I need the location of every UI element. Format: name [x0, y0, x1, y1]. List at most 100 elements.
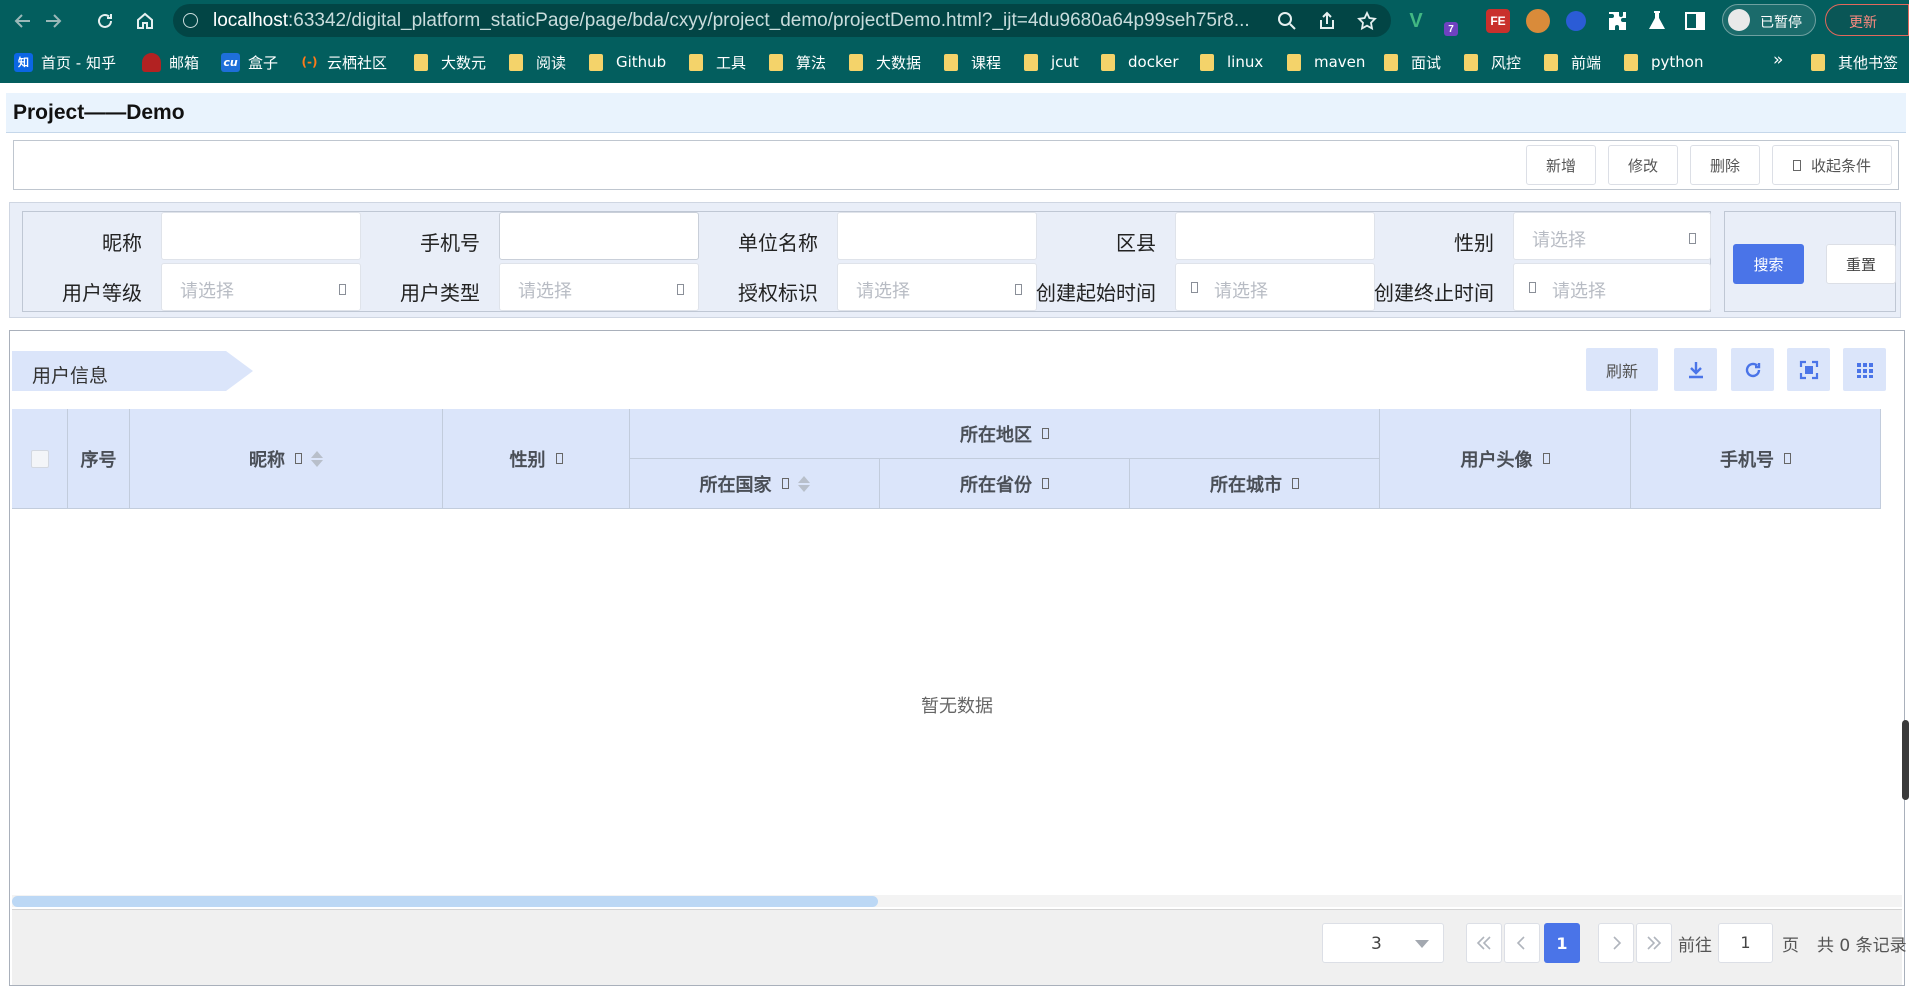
folder-icon: [849, 53, 863, 71]
user-type-select[interactable]: 请选择: [499, 263, 699, 311]
column-header-country[interactable]: 所在国家: [630, 459, 880, 509]
home-button[interactable]: [132, 8, 158, 34]
zoom-icon[interactable]: [1277, 11, 1297, 31]
extension-badge[interactable]: 7: [1444, 22, 1458, 36]
bookmark-folder[interactable]: 面试: [1384, 52, 1441, 72]
collapse-conditions-button[interactable]: 收起条件: [1772, 145, 1892, 185]
bookmark-folder[interactable]: jcut: [1024, 52, 1079, 72]
bookmark-star-icon[interactable]: [1357, 11, 1377, 31]
sidepanel-icon[interactable]: [1683, 9, 1707, 33]
column-header-city[interactable]: 所在城市: [1130, 459, 1380, 509]
back-button[interactable]: [10, 8, 36, 34]
column-header-avatar[interactable]: 用户头像: [1380, 409, 1631, 509]
bookmark-item-mail[interactable]: 邮箱: [142, 52, 199, 72]
column-header-nickname[interactable]: 昵称: [130, 409, 443, 509]
reload-button[interactable]: [92, 8, 118, 34]
nickname-input[interactable]: [161, 212, 361, 260]
vertical-scrollbar[interactable]: [1902, 720, 1909, 800]
auth-flag-select[interactable]: 请选择: [837, 263, 1037, 311]
extensions-puzzle-icon[interactable]: [1606, 9, 1630, 33]
filter-icon[interactable]: [295, 453, 302, 464]
bookmark-folder[interactable]: python: [1624, 52, 1703, 72]
bookmark-label: 前端: [1571, 53, 1602, 72]
horizontal-scrollbar-thumb[interactable]: [12, 896, 878, 907]
column-header-phone[interactable]: 手机号: [1631, 409, 1881, 509]
select-all-checkbox[interactable]: [30, 449, 49, 468]
update-label: 更新: [1849, 15, 1877, 31]
create-end-date-picker[interactable]: 请选择: [1513, 263, 1711, 311]
arrow-left-icon: [14, 14, 30, 28]
mail-icon: [142, 52, 161, 72]
download-button[interactable]: [1674, 348, 1717, 391]
filter-icon[interactable]: [555, 453, 563, 464]
update-button[interactable]: 更新: [1825, 4, 1909, 36]
share-icon[interactable]: [1317, 11, 1337, 31]
last-page-button[interactable]: [1636, 923, 1672, 963]
site-info-icon[interactable]: [183, 13, 198, 28]
district-input[interactable]: [1175, 212, 1375, 260]
page-size-select[interactable]: 3: [1322, 923, 1444, 963]
next-page-button[interactable]: [1598, 923, 1634, 963]
bookmark-folder[interactable]: Github: [589, 52, 666, 72]
first-page-button[interactable]: [1466, 923, 1502, 963]
sort-icon[interactable]: [311, 450, 323, 467]
column-header-gender[interactable]: 性别: [443, 409, 630, 509]
column-settings-button[interactable]: [1843, 348, 1886, 391]
bookmark-item-zhihu[interactable]: 知首页 - 知乎: [14, 52, 116, 72]
column-header-province[interactable]: 所在省份: [880, 459, 1130, 509]
bookmark-folder[interactable]: 算法: [769, 52, 826, 72]
create-start-date-picker[interactable]: 请选择: [1175, 263, 1375, 311]
bookmark-folder[interactable]: 课程: [944, 52, 1001, 72]
gender-select[interactable]: 请选择: [1513, 212, 1711, 260]
reload-icon: [1745, 362, 1760, 377]
filter-icon[interactable]: [1784, 453, 1791, 464]
flask-icon[interactable]: [1645, 9, 1669, 33]
search-button[interactable]: 搜索: [1733, 244, 1804, 284]
filter-icon[interactable]: [1542, 453, 1550, 464]
gender-placeholder: 请选择: [1532, 230, 1586, 251]
prev-page-button[interactable]: [1504, 923, 1540, 963]
goto-page-input[interactable]: 1: [1718, 923, 1773, 963]
bookmarks-more-button[interactable]: »: [1773, 50, 1783, 70]
reset-button[interactable]: 重置: [1826, 244, 1896, 284]
filter-icon[interactable]: [1042, 428, 1049, 439]
profile-button[interactable]: 已暂停: [1722, 4, 1816, 36]
vue-devtools-icon[interactable]: V: [1404, 9, 1428, 33]
bookmark-item-aliyun[interactable]: (-) 云栖社区: [300, 52, 388, 72]
edit-button[interactable]: 修改: [1608, 145, 1678, 185]
bookmark-folder[interactable]: 前端: [1544, 52, 1601, 72]
column-label: 昵称: [249, 449, 285, 471]
refresh-button[interactable]: 刷新: [1586, 348, 1658, 391]
sort-icon[interactable]: [797, 475, 810, 492]
user-level-select[interactable]: 请选择: [161, 263, 361, 311]
bookmark-folder[interactable]: docker: [1101, 52, 1179, 72]
bookmark-folder[interactable]: maven: [1287, 52, 1365, 72]
bookmark-folder[interactable]: 工具: [689, 52, 746, 72]
extension-circle-icon[interactable]: [1566, 11, 1586, 31]
bookmark-folder[interactable]: 阅读: [509, 52, 566, 72]
filter-icon[interactable]: [781, 478, 789, 489]
forward-button[interactable]: [40, 8, 66, 34]
bookmark-folder[interactable]: 大数据: [849, 52, 921, 72]
bookmark-folder[interactable]: linux: [1200, 52, 1263, 72]
chevron-left-icon: [1516, 936, 1525, 950]
delete-button[interactable]: 删除: [1690, 145, 1760, 185]
filter-icon[interactable]: [1042, 478, 1049, 489]
fullscreen-button[interactable]: [1787, 348, 1830, 391]
url-text[interactable]: localhost:63342/digital_platform_staticP…: [213, 10, 1250, 32]
add-button[interactable]: 新增: [1526, 145, 1596, 185]
bookmark-item-box[interactable]: cu 盒子: [221, 52, 278, 72]
company-input[interactable]: [837, 212, 1037, 260]
page-number-current[interactable]: 1: [1544, 923, 1580, 963]
monkey-icon[interactable]: [1526, 9, 1550, 33]
avatar: [1728, 9, 1750, 31]
reload-table-button[interactable]: [1731, 348, 1774, 391]
phone-input[interactable]: [499, 212, 699, 260]
profile-status-label: 已暂停: [1760, 15, 1802, 31]
fe-helper-icon[interactable]: FE: [1486, 9, 1510, 33]
other-bookmarks-folder[interactable]: 其他书签: [1811, 52, 1898, 72]
bookmark-folder[interactable]: 大数元: [414, 52, 486, 72]
bookmark-folder[interactable]: 风控: [1464, 52, 1521, 72]
address-bar[interactable]: localhost:63342/digital_platform_staticP…: [173, 4, 1391, 37]
filter-icon[interactable]: [1292, 478, 1299, 489]
